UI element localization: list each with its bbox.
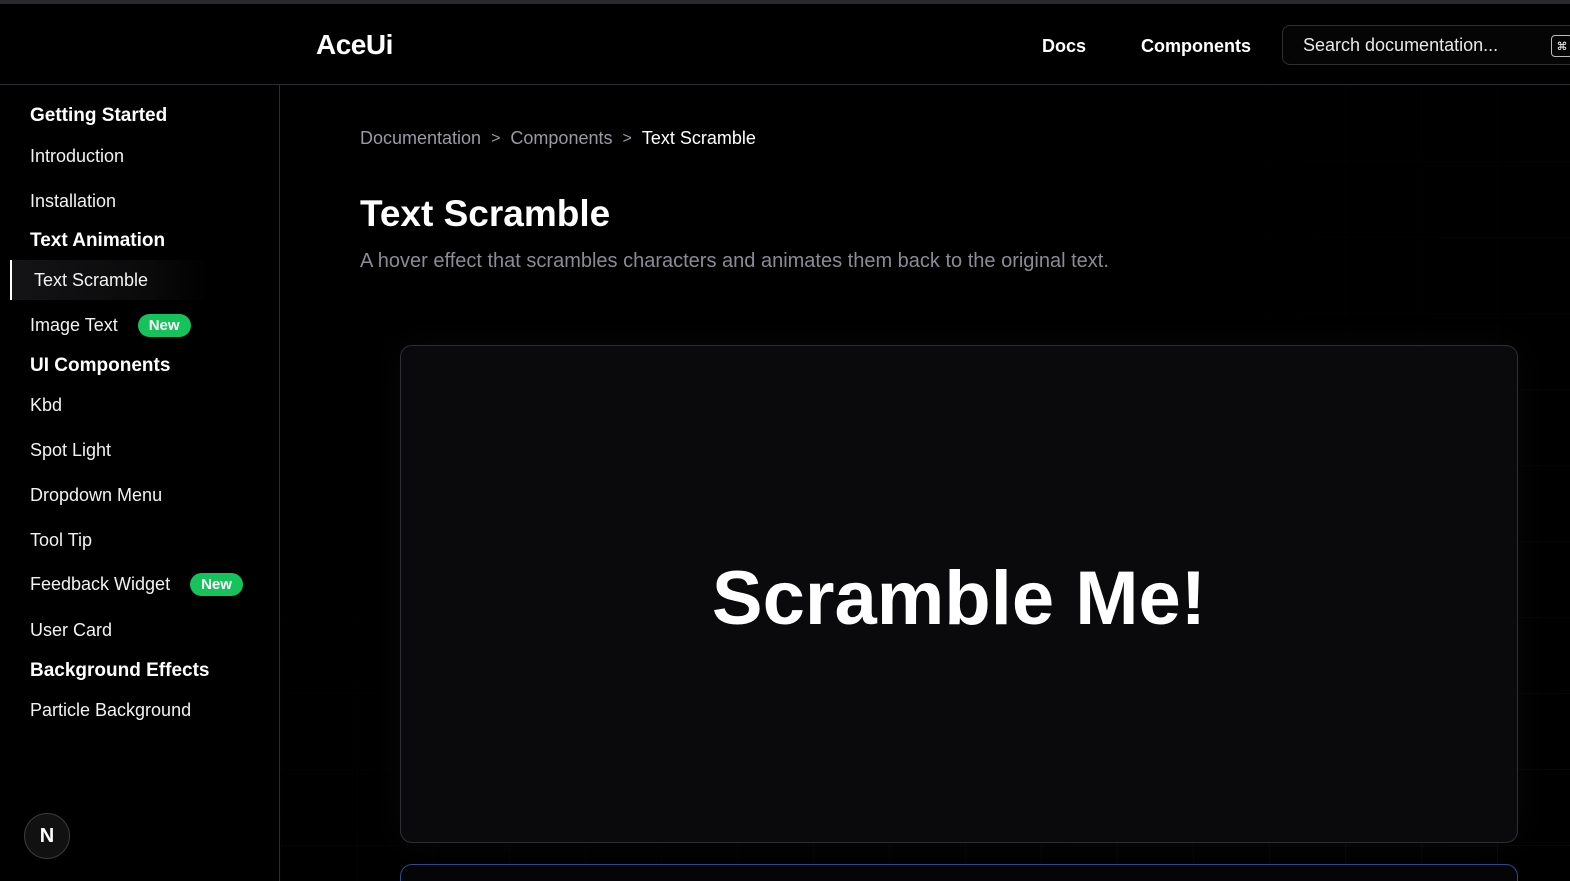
sidebar-item-spot-light[interactable]: Spot Light bbox=[30, 440, 111, 461]
breadcrumb-documentation[interactable]: Documentation bbox=[360, 128, 481, 149]
new-badge: New bbox=[137, 314, 191, 337]
sidebar-item-user-card[interactable]: User Card bbox=[30, 620, 112, 641]
command-key-icon: ⌘ bbox=[1551, 35, 1570, 57]
component-preview-card: Scramble Me! bbox=[400, 345, 1518, 843]
breadcrumb: Documentation > Components > Text Scramb… bbox=[360, 128, 756, 149]
docs-sidebar: Getting Started Introduction Installatio… bbox=[0, 85, 280, 881]
sidebar-item-installation[interactable]: Installation bbox=[30, 191, 116, 212]
search-box[interactable]: ⌘ bbox=[1282, 25, 1570, 65]
section-ui-components: UI Components bbox=[30, 355, 171, 376]
nextjs-dev-button[interactable]: N bbox=[24, 813, 70, 859]
sidebar-item-label: Feedback Widget bbox=[30, 574, 171, 594]
site-logo[interactable]: AceUi bbox=[316, 29, 393, 61]
code-block-card bbox=[400, 864, 1518, 881]
sidebar-item-label: Image Text bbox=[30, 315, 118, 335]
breadcrumb-separator: > bbox=[491, 129, 501, 147]
sidebar-item-kbd[interactable]: Kbd bbox=[30, 395, 62, 416]
section-background-effects: Background Effects bbox=[30, 660, 210, 681]
sidebar-item-tool-tip[interactable]: Tool Tip bbox=[30, 530, 92, 551]
sidebar-item-dropdown-menu[interactable]: Dropdown Menu bbox=[30, 485, 162, 506]
page-title: Text Scramble bbox=[360, 193, 611, 234]
nav-docs-link[interactable]: Docs bbox=[1042, 36, 1086, 57]
breadcrumb-current: Text Scramble bbox=[641, 128, 756, 148]
main-content: Documentation > Components > Text Scramb… bbox=[281, 85, 1570, 881]
nav-components-link[interactable]: Components bbox=[1141, 36, 1251, 57]
sidebar-item-particle-background[interactable]: Particle Background bbox=[30, 700, 191, 721]
scramble-text[interactable]: Scramble Me! bbox=[712, 555, 1206, 642]
sidebar-item-introduction[interactable]: Introduction bbox=[30, 146, 124, 167]
breadcrumb-separator: > bbox=[622, 129, 632, 147]
new-badge: New bbox=[190, 573, 243, 596]
sidebar-item-text-scramble[interactable]: Text Scramble bbox=[10, 260, 210, 300]
breadcrumb-components[interactable]: Components bbox=[510, 128, 612, 149]
sidebar-item-label: Text Scramble bbox=[34, 269, 149, 290]
page-description: A hover effect that scrambles characters… bbox=[360, 250, 1109, 272]
section-text-animation: Text Animation bbox=[30, 230, 166, 251]
search-input[interactable] bbox=[1283, 26, 1570, 64]
sidebar-item-feedback-widget[interactable]: Feedback Widget New bbox=[30, 573, 243, 596]
section-getting-started: Getting Started bbox=[30, 105, 168, 126]
sidebar-item-image-text[interactable]: Image Text New bbox=[30, 314, 191, 337]
top-navbar: AceUi Docs Components ⌘ bbox=[0, 4, 1570, 85]
